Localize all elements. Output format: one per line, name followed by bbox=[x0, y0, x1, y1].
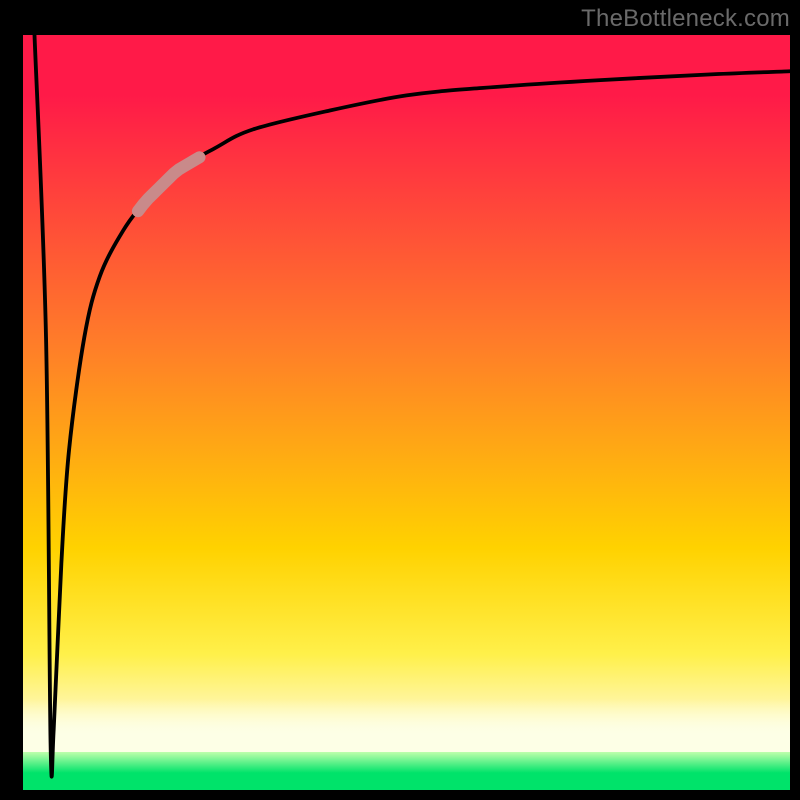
watermark-text: TheBottleneck.com bbox=[581, 5, 790, 33]
chart-root: TheBottleneck.com bbox=[0, 0, 800, 800]
curve-highlight bbox=[138, 157, 199, 211]
plot-inner bbox=[23, 35, 790, 790]
plot-area bbox=[23, 35, 790, 790]
bottleneck-curve bbox=[35, 35, 790, 777]
curve-layer bbox=[23, 35, 790, 790]
